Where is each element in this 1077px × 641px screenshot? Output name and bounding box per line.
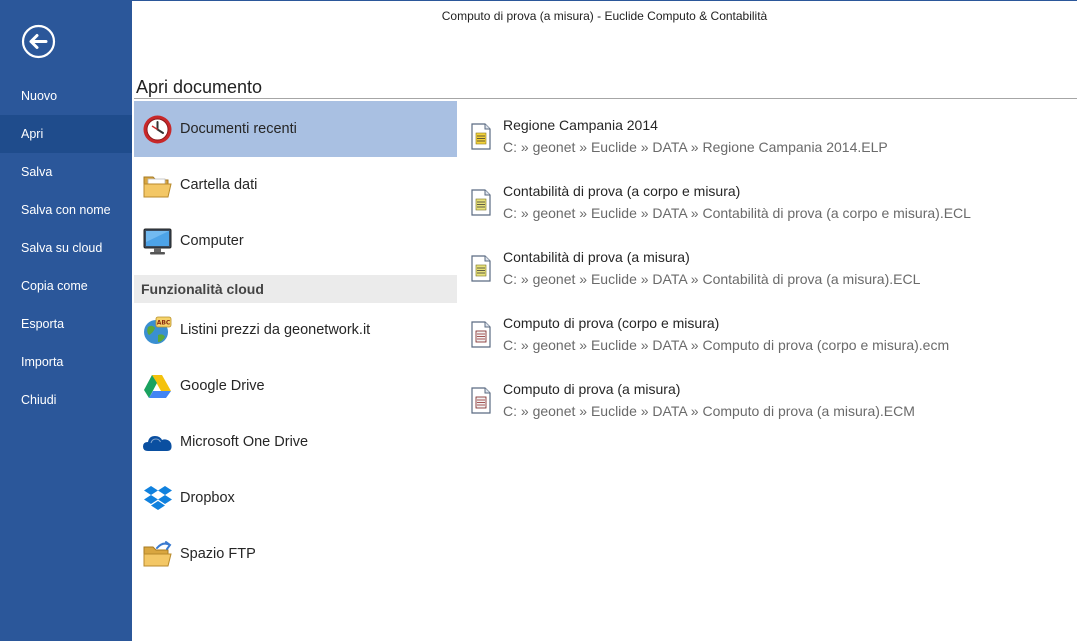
location-label: Google Drive — [180, 378, 265, 394]
dropbox-icon — [144, 486, 172, 510]
back-button[interactable] — [21, 24, 56, 59]
document-name: Contabilità di prova (a misura) — [503, 249, 690, 265]
document-name: Contabilità di prova (a corpo e misura) — [503, 183, 741, 199]
globe-icon: ABC — [144, 316, 172, 344]
backstage-sidebar: Nuovo Apri Salva Salva con nome Salva su… — [0, 0, 132, 641]
menu-item-apri[interactable]: Apri — [0, 115, 132, 153]
location-documenti-recenti[interactable]: Documenti recenti — [134, 101, 457, 157]
location-cartella-dati[interactable]: Cartella dati — [134, 157, 457, 213]
document-path: C: » geonet » Euclide » DATA » Computo d… — [503, 337, 950, 353]
window-top-border — [132, 0, 1077, 1]
menu-item-salva-su-cloud[interactable]: Salva su cloud — [0, 229, 132, 267]
location-label: Spazio FTP — [180, 546, 256, 562]
document-path: C: » geonet » Euclide » DATA » Regione C… — [503, 139, 888, 155]
location-listini-prezzi[interactable]: ABC Listini prezzi da geonetwork.it — [134, 302, 457, 358]
recent-document-item[interactable]: Contabilità di prova (a misura) C: » geo… — [465, 243, 1065, 299]
menu-item-salva[interactable]: Salva — [0, 153, 132, 191]
page-title: Apri documento — [136, 77, 263, 97]
menu-item-copia-come[interactable]: Copia come — [0, 267, 132, 305]
monitor-icon — [143, 228, 172, 255]
back-arrow-icon — [21, 24, 56, 59]
recent-document-item[interactable]: Regione Campania 2014 C: » geonet » Eucl… — [465, 111, 1065, 167]
cloud-section-header: Funzionalità cloud — [134, 275, 457, 303]
document-path: C: » geonet » Euclide » DATA » Computo d… — [503, 403, 915, 419]
location-spazio-ftp[interactable]: Spazio FTP — [134, 526, 457, 582]
google-drive-icon — [144, 375, 171, 398]
menu-item-salva-con-nome[interactable]: Salva con nome — [0, 191, 132, 229]
location-label: Computer — [180, 233, 244, 249]
document-name: Computo di prova (a misura) — [503, 381, 681, 397]
accounting-document-icon — [471, 255, 491, 282]
price-list-document-icon — [471, 123, 491, 150]
location-dropbox[interactable]: Dropbox — [134, 470, 457, 526]
menu-item-chiudi[interactable]: Chiudi — [0, 381, 132, 419]
recent-document-item[interactable]: Computo di prova (a misura) C: » geonet … — [465, 375, 1065, 431]
recent-document-item[interactable]: Contabilità di prova (a corpo e misura) … — [465, 177, 1065, 233]
menu-item-importa[interactable]: Importa — [0, 343, 132, 381]
svg-text:ABC: ABC — [157, 320, 171, 327]
folder-icon — [143, 176, 172, 198]
location-label: Dropbox — [180, 490, 235, 506]
document-path: C: » geonet » Euclide » DATA » Contabili… — [503, 271, 921, 287]
document-path: C: » geonet » Euclide » DATA » Contabili… — [503, 205, 971, 221]
location-google-drive[interactable]: Google Drive — [134, 358, 457, 414]
location-label: Microsoft One Drive — [180, 434, 309, 450]
ftp-folder-icon — [143, 541, 172, 567]
accounting-document-icon — [471, 189, 491, 216]
location-onedrive[interactable]: Microsoft One Drive — [134, 414, 457, 470]
recent-document-item[interactable]: Computo di prova (corpo e misura) C: » g… — [465, 309, 1065, 365]
title-divider — [134, 98, 1077, 99]
onedrive-icon — [143, 436, 172, 451]
backstage-menu: Nuovo Apri Salva Salva con nome Salva su… — [0, 77, 132, 419]
estimate-document-icon — [471, 387, 491, 414]
menu-item-nuovo[interactable]: Nuovo — [0, 77, 132, 115]
document-name: Computo di prova (corpo e misura) — [503, 315, 720, 331]
document-name: Regione Campania 2014 — [503, 117, 658, 133]
location-label: Listini prezzi da geonetwork.it — [180, 322, 371, 338]
clock-icon — [143, 115, 172, 144]
location-label: Documenti recenti — [180, 121, 297, 137]
estimate-document-icon — [471, 321, 491, 348]
menu-item-esporta[interactable]: Esporta — [0, 305, 132, 343]
window-title: Computo di prova (a misura) - Euclide Co… — [441, 9, 768, 23]
location-label: Cartella dati — [180, 177, 258, 193]
location-computer[interactable]: Computer — [134, 213, 457, 269]
